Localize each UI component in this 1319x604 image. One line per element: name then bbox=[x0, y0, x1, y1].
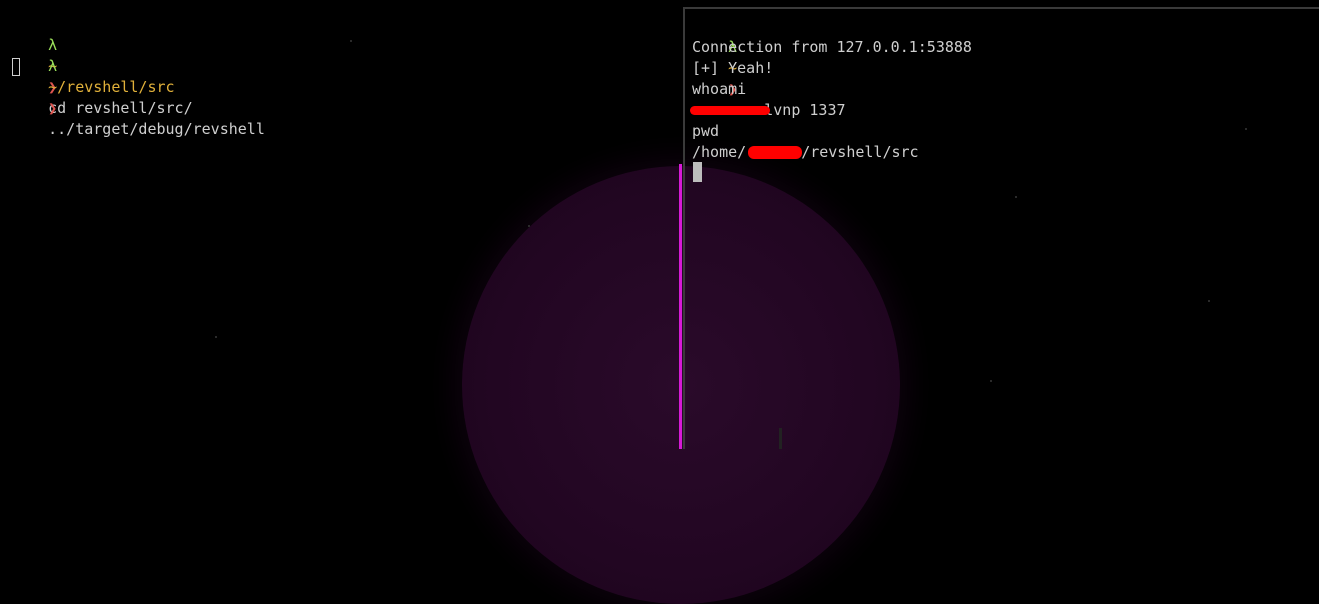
pane-divider[interactable] bbox=[679, 164, 682, 449]
input-pwd: pwd bbox=[692, 122, 720, 140]
terminal-cursor bbox=[693, 162, 702, 182]
prompt-directory: ~/revshell/src bbox=[48, 78, 175, 96]
command-text: cd revshell/src/ bbox=[48, 99, 193, 117]
output-path: /home/ /revshell/src bbox=[692, 142, 919, 163]
prompt-chevron: ❯ bbox=[48, 99, 58, 117]
prompt-line: λ ~ ❯ nc -lvnp 1337 bbox=[692, 16, 845, 119]
prompt-line: λ ~/revshell/src ❯ ../target/debug/revsh… bbox=[12, 35, 265, 138]
redaction-mark bbox=[748, 146, 802, 159]
path-prefix: /home/ bbox=[692, 143, 747, 161]
prompt-line: λ ~ ❯ cd revshell/src/ bbox=[12, 14, 193, 117]
command-text: ../target/debug/revshell bbox=[48, 120, 265, 138]
path-suffix: /revshell/src bbox=[801, 143, 919, 161]
input-whoami: whoami bbox=[692, 80, 747, 98]
prompt-lambda: λ bbox=[48, 57, 58, 75]
terminal-pane-right[interactable]: λ ~ ❯ nc -lvnp 1337 Connection from 127.… bbox=[683, 7, 1319, 449]
output-connection: Connection from 127.0.0.1:53888 bbox=[692, 38, 972, 56]
terminal-cursor bbox=[12, 58, 20, 76]
output-status: [+] Yeah! bbox=[692, 59, 774, 77]
redaction-mark bbox=[690, 106, 770, 115]
terminal-pane-left[interactable]: λ ~ ❯ cd revshell/src/ λ ~/revshell/src … bbox=[0, 0, 680, 449]
